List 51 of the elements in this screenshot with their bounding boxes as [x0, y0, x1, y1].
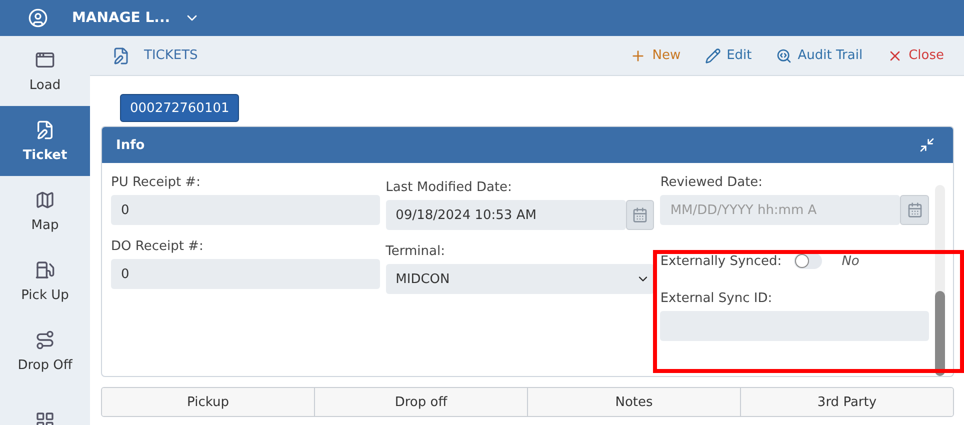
sidebar-item[interactable]: Map — [0, 176, 90, 246]
collapse-icon[interactable] — [919, 137, 935, 153]
fuel-pump-icon — [35, 260, 55, 280]
date-field[interactable]: MM/DD/YYYY hh:mm A — [660, 195, 900, 225]
page-title: TICKETS — [144, 48, 199, 63]
date-field[interactable]: 09/18/2024 10:53 AM — [386, 200, 626, 230]
sidebar-label: Load — [29, 78, 61, 92]
calendar-button[interactable] — [626, 200, 654, 230]
sidebar-item[interactable]: Load — [0, 36, 90, 106]
calendar-icon — [632, 207, 648, 223]
calendar-button[interactable] — [900, 195, 930, 225]
tab[interactable]: 3rd Party — [741, 388, 953, 416]
field-label: Terminal: — [386, 244, 446, 259]
window-icon — [35, 50, 55, 70]
scrollbar[interactable] — [935, 185, 946, 376]
toggle-switch[interactable] — [794, 253, 822, 269]
field-label: Reviewed Date: — [660, 175, 764, 190]
tab[interactable]: Notes — [528, 388, 741, 416]
app-menu-title[interactable]: MANAGE L... — [72, 10, 170, 26]
sidebar-label: Drop Off — [18, 358, 72, 372]
sidebar-item[interactable]: Pick Up — [0, 246, 90, 316]
field-label: DO Receipt #: — [111, 239, 204, 254]
user-icon[interactable] — [28, 8, 48, 28]
map-icon — [35, 190, 55, 210]
field-label: Last Modified Date: — [386, 180, 513, 195]
field-label: PU Receipt #: — [111, 175, 202, 190]
tab[interactable]: Drop off — [315, 388, 528, 416]
ticket-number-button[interactable]: 000272760101 — [120, 94, 240, 122]
document-edit-icon — [112, 46, 130, 64]
input-field[interactable]: 0 — [111, 259, 380, 289]
field-label: External Sync ID: — [660, 291, 774, 306]
grid-icon — [35, 411, 55, 425]
sidebar-label: Map — [31, 218, 59, 232]
input-field[interactable]: 0 — [111, 195, 380, 225]
close-button[interactable]: Close — [884, 46, 946, 66]
sidebar-label: Pick Up — [21, 288, 69, 302]
panel-title: Info — [116, 138, 145, 152]
pencil-icon — [704, 48, 721, 64]
toggle-value: No — [842, 254, 860, 268]
edit-button[interactable]: Edit — [702, 46, 754, 66]
tab[interactable]: Pickup — [102, 388, 315, 416]
route-icon — [35, 330, 55, 350]
sidebar-item[interactable]: Drop Off — [0, 316, 90, 386]
calendar-icon — [906, 202, 923, 218]
field-label: Externally Synced: — [660, 254, 782, 268]
sidebar-label: Ticket — [22, 148, 68, 162]
sidebar-item[interactable]: Ticket — [0, 106, 90, 176]
search-icon — [776, 48, 792, 64]
document-edit-icon — [35, 120, 55, 140]
terminal-select[interactable]: MIDCON — [386, 264, 654, 294]
audit-trail-button[interactable]: Audit Trail — [774, 46, 865, 66]
